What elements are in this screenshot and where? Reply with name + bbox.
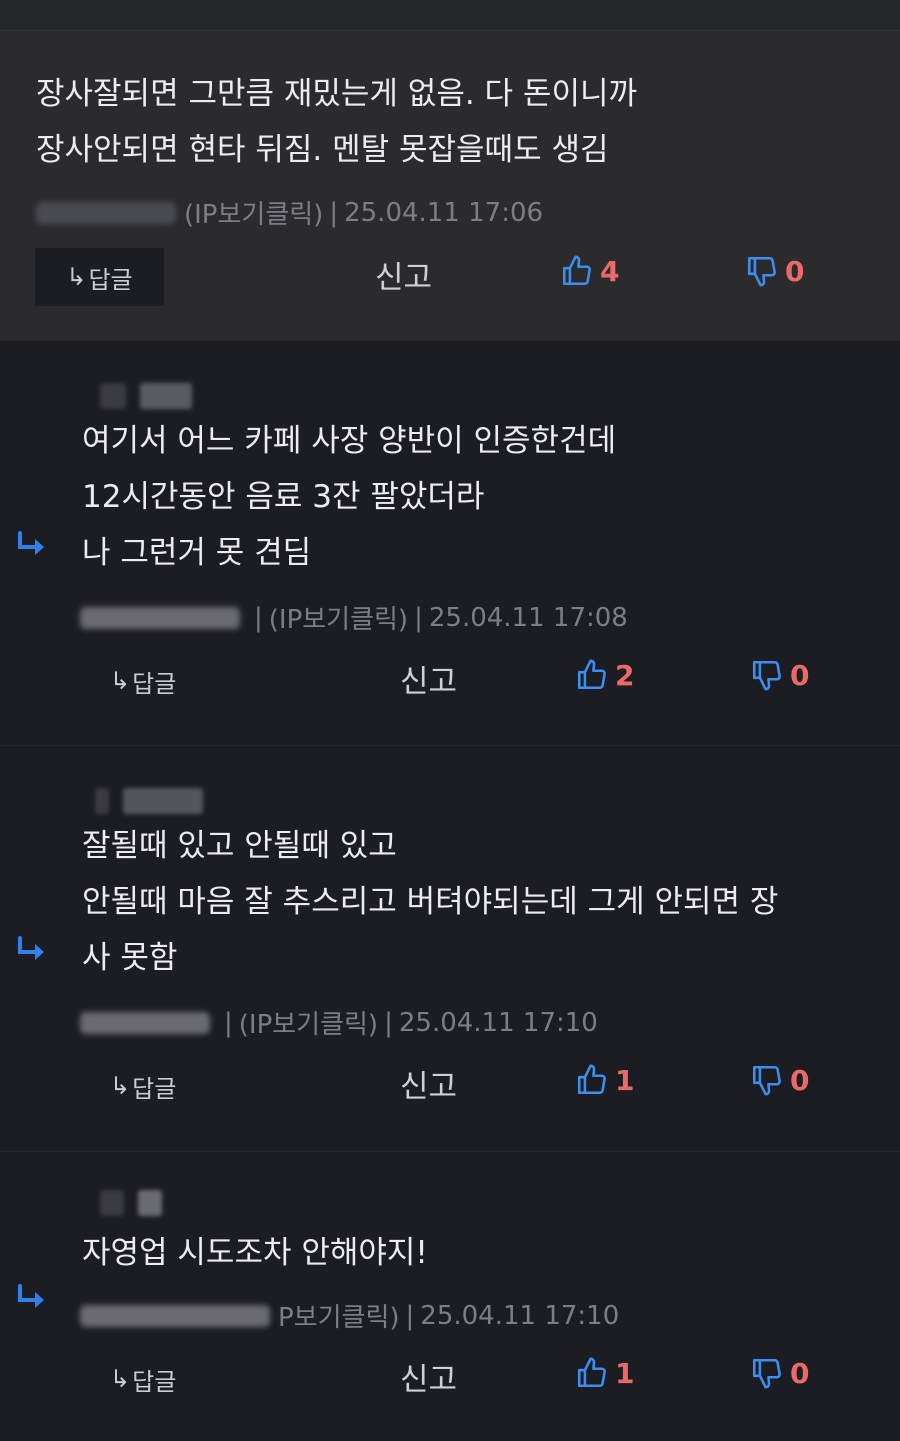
author-name-redacted [95, 788, 203, 814]
comment-text: 자영업 시도조차 안해야지! [82, 1225, 428, 1281]
dislike-count: 0 [790, 1356, 810, 1390]
dislike-button[interactable]: 0 [750, 658, 809, 692]
comment-actions: ↳ 답글 신고 1 0 [110, 1057, 900, 1117]
thumbs-up-icon [577, 1064, 606, 1095]
reply-arrow-icon: ↳ [110, 1365, 131, 1393]
reply-comment-item: 여기서 어느 카페 사장 양반이 인증한건데 12시간동안 음료 3잔 팔았더라… [0, 340, 900, 745]
comment-meta: | (IP보기클릭) | 25.04.11 17:08 [80, 599, 628, 636]
reply-comment-item: 잘될때 있고 안될때 있고 안될때 마음 잘 추스리고 버텨야되는데 그게 안되… [0, 745, 900, 1151]
like-count: 4 [600, 254, 620, 288]
dislike-button[interactable]: 0 [750, 1356, 809, 1390]
thumbs-up-icon [577, 659, 606, 690]
like-count: 1 [615, 1356, 635, 1390]
author-name-redacted [80, 1011, 210, 1034]
thumbs-up-icon [577, 1357, 606, 1388]
comment-actions: ↳ 답글 신고 2 0 [110, 652, 900, 712]
report-button[interactable]: 신고 [375, 252, 432, 297]
reply-indicator-icon [14, 936, 50, 970]
thumbs-down-icon [752, 1358, 781, 1389]
author-name-redacted [80, 1304, 270, 1327]
reply-indicator-icon [14, 1284, 50, 1318]
thumbs-down-icon [752, 660, 781, 691]
ip-toggle[interactable]: (IP보기클릭) [239, 1004, 378, 1041]
like-button[interactable]: 1 [575, 1063, 634, 1097]
ip-toggle[interactable]: (IP보기클릭) [269, 599, 408, 636]
thumbs-down-icon [752, 1065, 781, 1096]
report-button[interactable]: 신고 [400, 656, 457, 701]
dislike-button[interactable]: 0 [750, 1063, 809, 1097]
meta-separator: | [384, 1007, 393, 1038]
dislike-button[interactable]: 0 [745, 254, 804, 288]
reply-arrow-icon: ↳ [110, 667, 131, 695]
reply-button[interactable]: ↳ 답글 [110, 1350, 176, 1408]
ip-toggle[interactable]: (IP보기클릭) [184, 194, 323, 231]
like-button[interactable]: 1 [575, 1356, 634, 1390]
like-button[interactable]: 4 [560, 254, 619, 288]
report-button[interactable]: 신고 [400, 1061, 457, 1106]
comment-text: 장사잘되면 그만큼 재밌는게 없음. 다 돈이니까 장사안되면 현타 뒤짐. 멘… [36, 66, 637, 178]
meta-separator: | [329, 197, 339, 228]
meta-separator: | [414, 602, 423, 633]
reply-button[interactable]: ↳ 답글 [110, 1057, 176, 1115]
comment-meta: | (IP보기클릭) | 25.04.11 17:10 [80, 1004, 598, 1041]
author-name-redacted [100, 383, 192, 409]
comment-meta: P보기클릭) | 25.04.11 17:10 [80, 1297, 619, 1334]
comment-line: 잘될때 있고 안될때 있고 [82, 828, 397, 864]
like-count: 2 [615, 658, 635, 692]
reply-comment-item: 자영업 시도조차 안해야지! P보기클릭) | 25.04.11 17:10 ↳… [0, 1151, 900, 1441]
reply-button[interactable]: ↳ 답글 [35, 248, 164, 306]
author-name-redacted [80, 606, 240, 629]
reply-button[interactable]: ↳ 답글 [110, 652, 176, 710]
author-name-redacted [100, 1190, 162, 1216]
comment-date: 25.04.11 17:08 [428, 602, 628, 633]
meta-separator: | [254, 602, 263, 633]
comment-item: 장사잘되면 그만큼 재밌는게 없음. 다 돈이니까 장사안되면 현타 뒤짐. 멘… [0, 31, 900, 340]
meta-separator: | [224, 1007, 233, 1038]
reply-arrow-icon: ↳ [66, 263, 87, 291]
comment-text: 여기서 어느 카페 사장 양반이 인증한건데 12시간동안 음료 3잔 팔았더라… [82, 413, 616, 581]
comment-meta: (IP보기클릭) | 25.04.11 17:06 [36, 194, 543, 231]
dislike-count: 0 [785, 254, 805, 288]
comment-date: 25.04.11 17:10 [420, 1300, 620, 1331]
comment-line: 자영업 시도조차 안해야지! [82, 1235, 428, 1271]
author-name-redacted [36, 201, 176, 224]
thumbs-up-icon [562, 255, 591, 286]
thumbs-down-icon [747, 256, 776, 287]
comment-actions: ↳ 답글 신고 4 0 [35, 248, 895, 308]
dislike-count: 0 [790, 658, 810, 692]
comment-line: 여기서 어느 카페 사장 양반이 인증한건데 [82, 423, 617, 459]
comment-line: 12시간동안 음료 3잔 팔았더라 [82, 479, 485, 515]
comment-line: 장사잘되면 그만큼 재밌는게 없음. 다 돈이니까 [36, 76, 638, 112]
comment-line: 나 그런거 못 견딤 [82, 535, 312, 571]
reply-arrow-icon: ↳ [110, 1072, 131, 1100]
top-strip [0, 0, 900, 31]
comment-line: 안될때 마음 잘 추스리고 버텨야되는데 그게 안되면 장 [82, 884, 779, 920]
reply-indicator-icon [14, 531, 50, 565]
report-button[interactable]: 신고 [400, 1354, 457, 1399]
comment-text: 잘될때 있고 안될때 있고 안될때 마음 잘 추스리고 버텨야되는데 그게 안되… [82, 818, 778, 986]
comment-line: 장사안되면 현타 뒤짐. 멘탈 못잡을때도 생김 [36, 132, 609, 168]
comment-actions: ↳ 답글 신고 1 0 [110, 1350, 900, 1410]
comment-line: 사 못함 [82, 940, 178, 976]
meta-separator: | [405, 1300, 415, 1331]
comment-date: 25.04.11 17:06 [344, 197, 544, 228]
like-button[interactable]: 2 [575, 658, 634, 692]
like-count: 1 [615, 1063, 635, 1097]
ip-toggle[interactable]: P보기클릭) [278, 1297, 400, 1334]
comment-date: 25.04.11 17:10 [398, 1007, 598, 1038]
dislike-count: 0 [790, 1063, 810, 1097]
